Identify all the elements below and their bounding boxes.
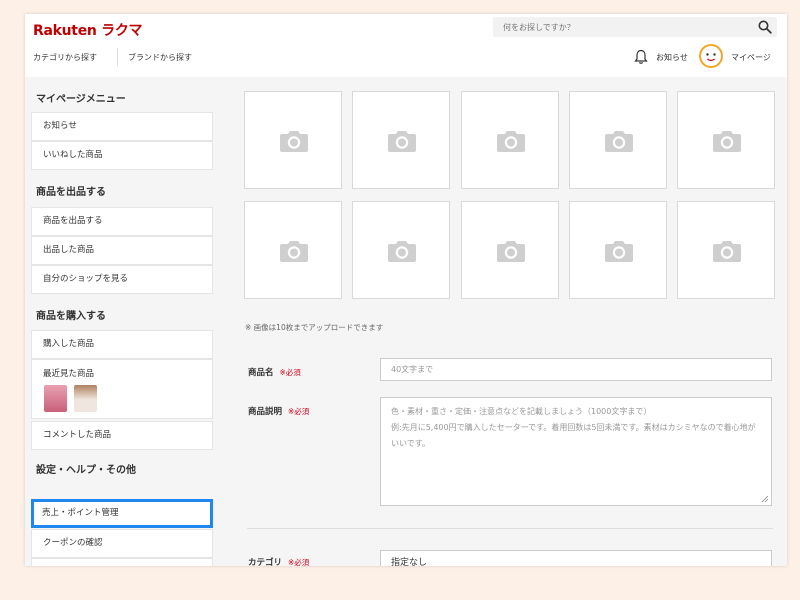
category-select[interactable]: 指定なし <box>380 550 772 566</box>
sidebar-item-sell-item[interactable]: 商品を出品する <box>31 207 213 236</box>
sidebar-item-recently-viewed[interactable]: 最近見た商品 <box>31 359 213 419</box>
sidebar-item-view-my-shop[interactable]: 自分のショップを見る <box>31 265 213 294</box>
item-description-label-text: 商品説明 <box>248 407 283 417</box>
category-label: カテゴリ ※必須 <box>248 556 309 566</box>
sidebar-heading-buy: 商品を購入する <box>36 311 106 322</box>
nav-category-link[interactable]: カテゴリから探す <box>33 52 97 63</box>
app-frame: Rakuten ラクマ カテゴリから探す ブランドから探す お知らせ マイページ… <box>25 14 787 566</box>
sidebar-item-liked-items[interactable]: いいねした商品 <box>31 141 213 170</box>
logo-text: Rakuten ラクマ <box>33 23 143 39</box>
photo-slot-6[interactable] <box>244 201 342 299</box>
resize-handle-icon[interactable] <box>761 495 769 503</box>
sidebar-heading-settings-help: 設定・ヘルプ・その他 <box>36 465 136 476</box>
mypage-link[interactable]: マイページ <box>731 52 771 63</box>
notice-link[interactable]: お知らせ <box>656 52 688 63</box>
camera-icon <box>497 241 525 262</box>
recently-viewed-label: 最近見た商品 <box>43 369 95 379</box>
photo-slot-8[interactable] <box>461 201 559 299</box>
item-name-label-text: 商品名 <box>248 368 274 378</box>
photo-slot-4[interactable] <box>569 91 667 189</box>
photo-slot-10[interactable] <box>677 201 775 299</box>
photo-slot-1[interactable] <box>244 91 342 189</box>
thumbnail-pink-sweater[interactable] <box>44 385 67 412</box>
sidebar-item-coupons[interactable]: クーポンの確認 <box>31 529 213 558</box>
search-icon[interactable] <box>758 20 772 34</box>
content-area: マイページメニュー お知らせ いいねした商品 商品を出品する 商品を出品する 出… <box>25 77 787 566</box>
bell-icon[interactable] <box>634 49 648 65</box>
sidebar-item-commented-items[interactable]: コメントした商品 <box>31 421 213 450</box>
recently-viewed-thumbnails <box>44 385 101 415</box>
photo-slot-5[interactable] <box>677 91 775 189</box>
nav-brand-link[interactable]: ブランドから探す <box>128 52 192 63</box>
sidebar-heading-sell: 商品を出品する <box>36 187 106 198</box>
camera-icon <box>713 241 741 262</box>
sidebar-item-notices[interactable]: お知らせ <box>31 112 213 141</box>
header: Rakuten ラクマ カテゴリから探す ブランドから探す お知らせ マイページ <box>25 14 787 77</box>
sidebar-item-sales-points[interactable]: 売上・ポイント管理 <box>31 499 213 528</box>
camera-icon <box>280 131 308 152</box>
sidebar-item-listed-items[interactable]: 出品した商品 <box>31 236 213 265</box>
photo-slot-7[interactable] <box>352 201 450 299</box>
photo-slot-2[interactable] <box>352 91 450 189</box>
required-mark: ※必須 <box>288 407 310 416</box>
sidebar-item-settings[interactable]: 設定 <box>31 558 213 566</box>
camera-icon <box>280 241 308 262</box>
photo-slot-9[interactable] <box>569 201 667 299</box>
camera-icon <box>605 131 633 152</box>
avatar[interactable] <box>699 44 723 68</box>
photo-slot-3[interactable] <box>461 91 559 189</box>
item-name-input[interactable]: 40文字まで <box>380 358 772 381</box>
form-divider <box>247 528 773 529</box>
description-placeholder-line1: 色・素材・重さ・定価・注意点などを記載しましょう（1000文字まで） <box>391 407 652 416</box>
camera-icon <box>605 241 633 262</box>
sidebar-item-purchased-items[interactable]: 購入した商品 <box>31 330 213 359</box>
nav-divider <box>117 48 118 66</box>
search-box <box>493 17 777 37</box>
item-name-label: 商品名 ※必須 <box>248 366 301 378</box>
sidebar-heading-mypage-menu: マイページメニュー <box>36 94 126 105</box>
item-description-label: 商品説明 ※必須 <box>248 405 309 417</box>
camera-icon <box>497 131 525 152</box>
rakuma-logo[interactable]: Rakuten ラクマ <box>33 20 143 40</box>
category-label-text: カテゴリ <box>248 558 283 566</box>
search-input[interactable] <box>493 17 753 37</box>
photo-upload-note: ※ 画像は10枚までアップロードできます <box>245 323 384 332</box>
camera-icon <box>388 131 416 152</box>
camera-icon <box>388 241 416 262</box>
camera-icon <box>713 131 741 152</box>
description-placeholder-line2: 例:先月に5,400円で購入したセーターです。着用回数は5回未満です。素材はカシ… <box>391 423 756 448</box>
required-mark: ※必須 <box>288 558 310 566</box>
required-mark: ※必須 <box>279 368 301 377</box>
thumbnail-white-top[interactable] <box>73 385 97 412</box>
item-description-textarea[interactable]: 色・素材・重さ・定価・注意点などを記載しましょう（1000文字まで） 例:先月に… <box>380 397 772 506</box>
